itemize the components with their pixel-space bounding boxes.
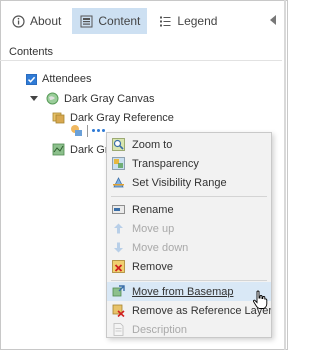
layer-label: Dark Gr <box>70 143 109 156</box>
basemap-globe-icon <box>46 92 59 105</box>
menu-separator <box>111 280 267 281</box>
layer-label: Attendees <box>42 73 92 85</box>
panel-edge <box>284 0 286 350</box>
menu-item-transparency[interactable]: Transparency <box>107 154 271 173</box>
layer-canvas[interactable]: Dark Gray Canvas <box>30 92 154 105</box>
layer-label: Dark Gray Canvas <box>64 92 155 105</box>
layer-style-icon[interactable] <box>70 124 83 137</box>
tab-content-label: Content <box>98 14 141 28</box>
zoom-to-icon <box>112 138 125 151</box>
arrow-up-icon <box>112 222 125 235</box>
reference-layer-icon <box>52 111 65 124</box>
tab-legend-label: Legend <box>177 14 218 28</box>
menu-item-description[interactable]: Description <box>107 320 271 339</box>
tab-about-label: About <box>30 14 62 28</box>
visibility-range-icon <box>112 176 125 189</box>
info-icon <box>11 14 25 28</box>
rename-icon <box>112 203 125 216</box>
remove-reference-icon <box>112 304 125 317</box>
tab-about[interactable]: About <box>4 8 68 34</box>
panel-tabs: About Content Legend <box>4 8 224 36</box>
transparency-icon <box>112 157 125 170</box>
layer-attendees[interactable]: Attendees <box>26 73 92 85</box>
layer-tools <box>70 124 105 137</box>
menu-item-move-from-basemap[interactable]: Move from Basemap <box>107 282 271 301</box>
layer-basemap[interactable]: Dark Gr <box>52 143 109 156</box>
menu-item-move-up[interactable]: Move up <box>107 219 271 238</box>
layer-label: Dark Gray Reference <box>70 111 174 124</box>
hand-cursor-icon <box>252 290 268 310</box>
menu-item-visibility-range[interactable]: Set Visibility Range <box>107 173 271 192</box>
divider <box>0 60 282 61</box>
expand-icon[interactable] <box>30 96 38 101</box>
tab-legend[interactable]: Legend <box>151 8 224 34</box>
layer-context-menu: Zoom to Transparency Set Visibility Rang… <box>106 132 272 338</box>
more-options-icon[interactable] <box>92 129 105 132</box>
menu-item-remove-reference[interactable]: Remove as Reference Layer <box>107 301 271 320</box>
description-icon <box>112 323 125 336</box>
remove-icon <box>112 260 125 273</box>
tab-content[interactable]: Content <box>72 8 148 34</box>
menu-item-zoom-to[interactable]: Zoom to <box>107 135 271 154</box>
menu-separator <box>111 196 267 197</box>
section-title: Contents <box>9 46 54 58</box>
layer-reference[interactable]: Dark Gray Reference <box>52 111 174 124</box>
move-from-basemap-icon <box>112 285 125 298</box>
legend-icon <box>158 14 172 28</box>
menu-item-move-down[interactable]: Move down <box>107 238 271 257</box>
content-icon <box>79 14 93 28</box>
basemap-layer-icon <box>52 143 65 156</box>
attendees-checkbox[interactable] <box>26 73 37 85</box>
collapse-panel-icon[interactable] <box>270 15 276 25</box>
tool-separator <box>87 124 88 137</box>
menu-item-remove[interactable]: Remove <box>107 257 271 276</box>
menu-item-rename[interactable]: Rename <box>107 200 271 219</box>
arrow-down-icon <box>112 241 125 254</box>
